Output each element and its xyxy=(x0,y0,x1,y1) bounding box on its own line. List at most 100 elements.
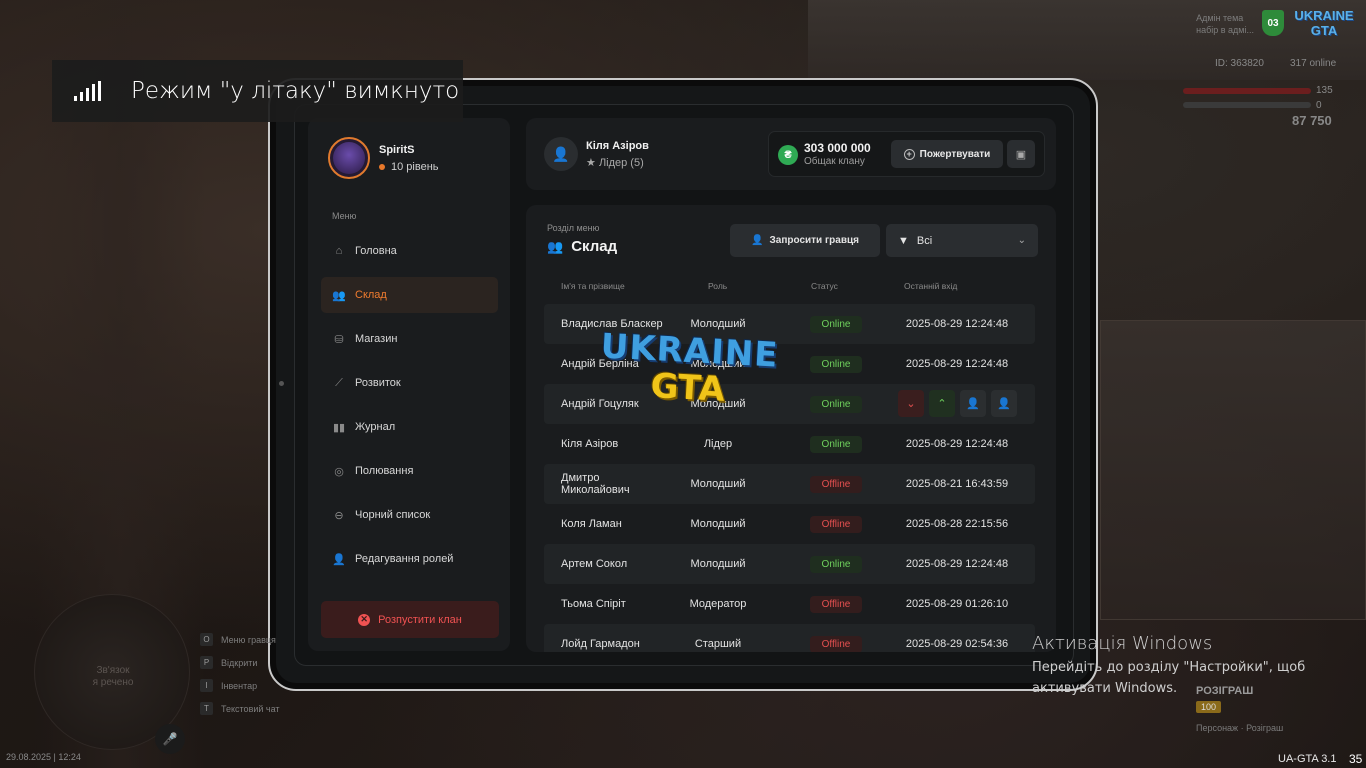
table-row[interactable]: Артем Сокол Молодший Online 2025-08-29 1… xyxy=(544,544,1035,584)
bank-amount: 303 000 000 xyxy=(804,141,871,155)
background-door xyxy=(1100,320,1366,620)
status-badge: Online xyxy=(810,436,862,453)
hryvnia-coin-icon: ₴ xyxy=(778,145,798,165)
key-hint: T Текстовий чат xyxy=(200,697,280,720)
leader-avatar-icon: 👤 xyxy=(544,137,578,171)
table-row[interactable]: Кіля Азіров Лідер Online 2025-08-29 12:2… xyxy=(544,424,1035,464)
key-hint: P Відкрити xyxy=(200,651,280,674)
key-hints: O Меню гравця P Відкрити I Інвентар T Тексто… xyxy=(200,628,280,720)
members-icon: 👥 xyxy=(547,238,564,254)
user-edit-icon: 👤 xyxy=(332,553,346,566)
status-badge: Online xyxy=(810,556,862,573)
demote-button[interactable]: ⌄ xyxy=(898,390,924,417)
plus-circle-icon: + xyxy=(903,148,915,160)
table-header: Ім'я та прізвище Роль Статус Останній вх… xyxy=(526,281,1056,295)
home-icon: ⌂ xyxy=(335,245,343,257)
bank-label: Общак клану xyxy=(804,156,865,167)
sidebar-item-members[interactable]: 👥 Склад xyxy=(321,277,498,313)
status-badge: Online xyxy=(810,316,862,333)
book-icon: ▮▮ xyxy=(332,421,346,434)
sidebar-item-roles[interactable]: 👤 Редагування ролей xyxy=(321,541,498,577)
table-row[interactable]: Коля Ламан Молодший Offline 2025-08-28 2… xyxy=(544,504,1035,544)
star-icon: ★ xyxy=(586,156,596,169)
filter-icon: ▼ xyxy=(898,234,909,247)
members-icon: 👥 xyxy=(332,289,346,302)
airplane-mode-toast: Режим "у літаку" вимкнуто xyxy=(52,60,463,122)
leader-role: ★ Лідер (5) xyxy=(586,156,644,169)
signal-icon xyxy=(74,81,101,101)
tablet-camera xyxy=(279,381,284,386)
column-name: Ім'я та прізвище xyxy=(561,281,625,291)
status-badge: Offline xyxy=(810,636,862,652)
avatar xyxy=(328,137,370,179)
server-logo: UKRAINE GTA xyxy=(1294,8,1354,38)
profile-level: 10 рівень xyxy=(379,161,439,173)
kick-member-button[interactable]: 👤 xyxy=(960,390,986,417)
table-row[interactable]: Андрій Гоцуляк Молодший Online ⌄ ⌃ 👤 👤 xyxy=(544,384,1035,424)
chevron-up-icon: ⌃ xyxy=(937,398,947,410)
invite-player-button[interactable]: 👤 Запросити гравця xyxy=(730,224,880,257)
role-filter-select[interactable]: ▼ Всі ⌄ xyxy=(886,224,1038,257)
chart-icon: ⟋ xyxy=(335,376,343,389)
corner-number: 35 xyxy=(1349,752,1363,766)
column-last-login: Останній вхід xyxy=(904,281,958,291)
table-row[interactable]: Дмитро Миколайович Молодший Offline 2025… xyxy=(544,464,1035,504)
table-row[interactable]: Владислав Бласкер Молодший Online 2025-0… xyxy=(544,304,1035,344)
close-circle-icon: ✕ xyxy=(358,613,371,626)
sidebar-item-hunting[interactable]: ◎ Полювання xyxy=(321,453,498,489)
armor-value: 0 xyxy=(1316,100,1322,111)
storage-button[interactable]: ▣ xyxy=(1007,140,1035,168)
clan-bank: ₴ 303 000 000 Общак клану + Пожертвувати… xyxy=(768,131,1045,177)
section-subtitle: Розділ меню xyxy=(547,223,600,233)
status-badge: Online xyxy=(810,356,862,373)
leader-info: 👤 Кіля Азіров ★ Лідер (5) xyxy=(544,137,649,171)
user-remove-icon: 👤 xyxy=(966,398,980,410)
user-add-icon: 👤 xyxy=(997,398,1011,410)
sidebar-item-development[interactable]: ⟋ Розвиток xyxy=(321,365,498,401)
block-icon: ⊖ xyxy=(334,509,344,522)
money-value: 87 750 xyxy=(1292,113,1332,128)
sidebar-item-shop[interactable]: ⛁ Магазин xyxy=(321,321,498,357)
health-bar xyxy=(1183,88,1311,94)
key-hint: I Інвентар xyxy=(200,674,280,697)
sidebar: SpiritS 10 рівень Меню ⌂ Головна 👥 Склад ⛁… xyxy=(308,118,510,651)
server-badge: 03 xyxy=(1262,10,1284,36)
member-profile-button[interactable]: 👤 xyxy=(991,390,1017,417)
key-hint: O Меню гравця xyxy=(200,628,280,651)
windows-activation-watermark: Активація Windows Перейдіть до розділу "… xyxy=(1032,633,1306,696)
column-role: Роль xyxy=(708,281,728,291)
health-value: 135 xyxy=(1316,85,1333,96)
sidebar-item-blacklist[interactable]: ⊖ Чорний список xyxy=(321,497,498,533)
add-user-icon: 👤 xyxy=(751,235,764,246)
profile[interactable]: SpiritS 10 рівень xyxy=(328,137,439,179)
armor-bar xyxy=(1183,102,1311,108)
table-row[interactable]: Тьома Спіріт Модератор Offline 2025-08-2… xyxy=(544,584,1035,624)
sidebar-item-journal[interactable]: ▮▮ Журнал xyxy=(321,409,498,445)
target-icon: ◎ xyxy=(334,465,344,478)
basket-icon: ⛁ xyxy=(334,333,344,346)
promote-button[interactable]: ⌃ xyxy=(929,390,955,417)
toast-text: Режим "у літаку" вимкнуто xyxy=(131,78,460,104)
table-row[interactable]: Андрій Берліна Молодший Online 2025-08-2… xyxy=(544,344,1035,384)
datetime: 29.08.2025 | 12:24 xyxy=(6,752,81,762)
hud-note: Адмін тема набір в адмі... xyxy=(1196,13,1254,35)
members-panel: Розділ меню 👥 Склад 👤 Запросити гравця ▼… xyxy=(526,205,1056,652)
page-title: 👥 Склад xyxy=(547,238,618,255)
clan-header: 👤 Кіля Азіров ★ Лідер (5) ₴ 303 000 000 … xyxy=(526,118,1056,190)
sidebar-item-home[interactable]: ⌂ Головна xyxy=(321,233,498,269)
menu-title: Меню xyxy=(332,211,357,221)
status-badge: Offline xyxy=(810,596,862,613)
chevron-down-icon: ⌄ xyxy=(1017,235,1026,246)
members-table: Владислав Бласкер Молодший Online 2025-0… xyxy=(544,304,1035,652)
table-row[interactable]: Лойд Гармадон Старший Offline 2025-08-29… xyxy=(544,624,1035,652)
box-icon: ▣ xyxy=(1015,148,1027,161)
disband-clan-button[interactable]: ✕ Розпустити клан xyxy=(321,601,499,638)
online-count: 317 online xyxy=(1290,58,1337,69)
row-actions: ⌄ ⌃ 👤 👤 xyxy=(898,390,1017,417)
sidebar-menu: ⌂ Головна 👥 Склад ⛁ Магазин ⟋ Розвиток ▮▮ Жур… xyxy=(321,233,498,585)
status-badge: Offline xyxy=(810,476,862,493)
donate-button[interactable]: + Пожертвувати xyxy=(891,140,1003,168)
chevron-down-icon: ⌄ xyxy=(906,398,916,410)
column-status: Статус xyxy=(811,281,838,291)
level-dot-icon xyxy=(379,163,385,170)
